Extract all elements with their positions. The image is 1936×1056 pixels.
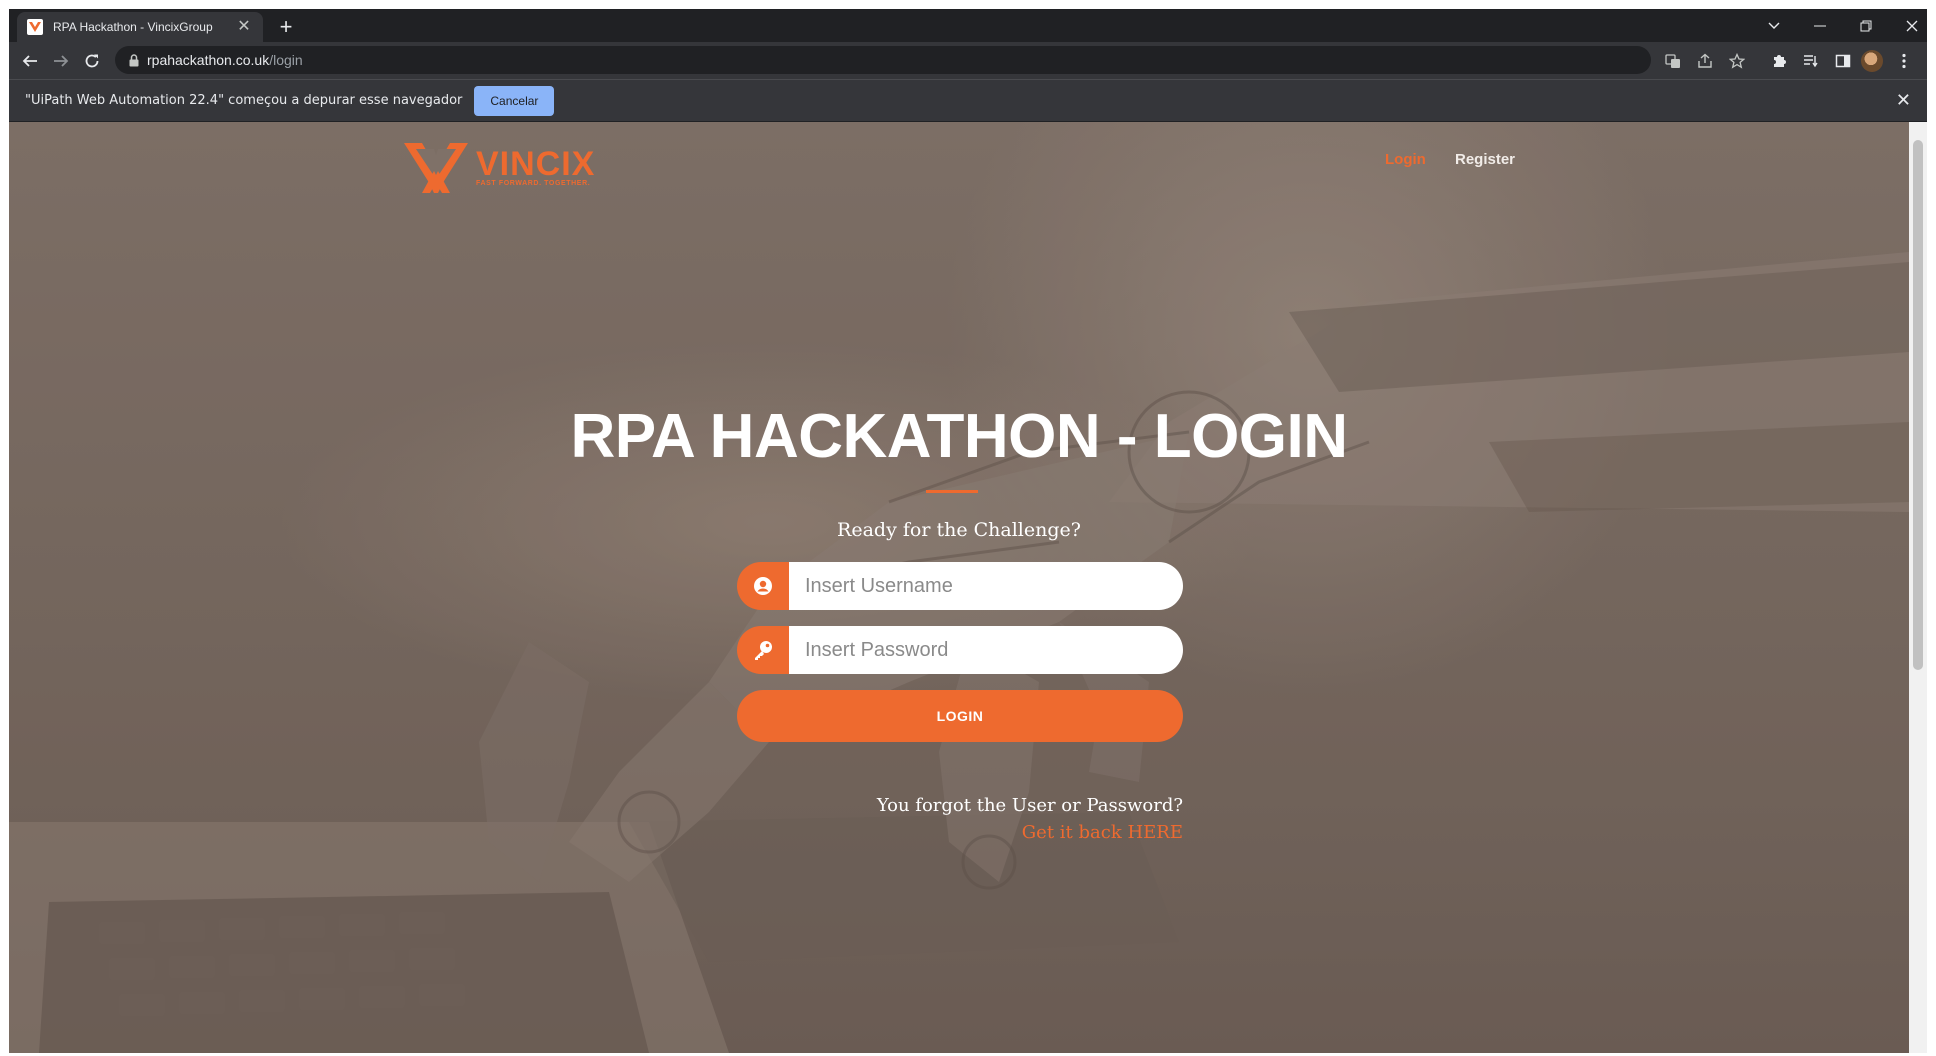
recover-link[interactable]: Get it back HERE bbox=[1022, 822, 1183, 843]
brand-name: VINCIX bbox=[476, 144, 596, 183]
tab-title: RPA Hackathon - VincixGroup bbox=[53, 20, 213, 34]
page-scrollbar[interactable] bbox=[1909, 122, 1927, 1053]
kebab-menu-icon[interactable] bbox=[1893, 50, 1915, 72]
forgot-question: You forgot the User or Password? bbox=[876, 795, 1183, 816]
tab-search-icon[interactable] bbox=[1751, 9, 1797, 42]
vincix-logo-icon bbox=[404, 143, 468, 193]
infobar-close-icon[interactable]: ✕ bbox=[1896, 90, 1911, 111]
minimize-icon[interactable] bbox=[1797, 9, 1843, 42]
user-circle-icon bbox=[737, 562, 789, 610]
browser-tab[interactable]: RPA Hackathon - VincixGroup ✕ bbox=[17, 12, 263, 42]
username-field bbox=[737, 562, 1183, 610]
reload-icon[interactable] bbox=[78, 47, 106, 75]
page-subtitle: Ready for the Challenge? bbox=[837, 519, 1081, 541]
nav-login-link[interactable]: Login bbox=[1385, 151, 1426, 168]
bookmark-star-icon[interactable] bbox=[1728, 52, 1746, 70]
url-host: rpahackathon.co.uk bbox=[147, 52, 270, 68]
extensions-icon[interactable] bbox=[1768, 50, 1790, 72]
share-icon[interactable] bbox=[1696, 52, 1714, 70]
forgot-credentials: You forgot the User or Password? Get it … bbox=[877, 792, 1183, 846]
reading-list-icon[interactable] bbox=[1800, 50, 1822, 72]
login-page: VINCIX FAST FORWARD. TOGETHER. Login Reg… bbox=[9, 122, 1909, 1053]
login-button[interactable]: LOGIN bbox=[737, 690, 1183, 742]
password-field bbox=[737, 626, 1183, 674]
browser-toolbar: rpahackathon.co.uk/login bbox=[9, 42, 1927, 79]
nav-register-link[interactable]: Register bbox=[1455, 151, 1515, 168]
restore-icon[interactable] bbox=[1843, 9, 1889, 42]
brand-tagline: FAST FORWARD. TOGETHER. bbox=[476, 179, 591, 187]
page-title: RPA HACKATHON - LOGIN bbox=[570, 402, 1348, 471]
key-icon bbox=[737, 626, 789, 674]
browser-window: RPA Hackathon - VincixGroup ✕ + rpahacka… bbox=[9, 9, 1927, 1053]
tab-strip: RPA Hackathon - VincixGroup ✕ + bbox=[9, 9, 1927, 42]
new-tab-button[interactable]: + bbox=[273, 15, 299, 41]
translate-icon[interactable] bbox=[1664, 52, 1682, 70]
lock-icon bbox=[129, 53, 139, 67]
url-path: /login bbox=[269, 52, 303, 68]
password-input[interactable] bbox=[789, 626, 1183, 674]
back-icon[interactable] bbox=[16, 47, 44, 75]
address-bar[interactable]: rpahackathon.co.uk/login bbox=[115, 46, 1651, 74]
tab-close-icon[interactable]: ✕ bbox=[235, 18, 253, 36]
username-input[interactable] bbox=[789, 562, 1183, 610]
cancel-debug-button[interactable]: Cancelar bbox=[474, 85, 555, 116]
vincix-favicon-icon bbox=[27, 19, 43, 35]
vincix-logo[interactable]: VINCIX FAST FORWARD. TOGETHER. bbox=[404, 141, 595, 195]
window-close-icon[interactable] bbox=[1889, 9, 1927, 42]
title-divider bbox=[926, 490, 978, 493]
side-panel-icon[interactable] bbox=[1832, 50, 1854, 72]
forward-icon[interactable] bbox=[47, 47, 75, 75]
scrollbar-thumb[interactable] bbox=[1913, 140, 1923, 670]
profile-avatar[interactable] bbox=[1861, 50, 1883, 72]
debugging-infobar: "UiPath Web Automation 22.4" começou a d… bbox=[9, 79, 1927, 121]
infobar-message: "UiPath Web Automation 22.4" começou a d… bbox=[25, 93, 463, 108]
